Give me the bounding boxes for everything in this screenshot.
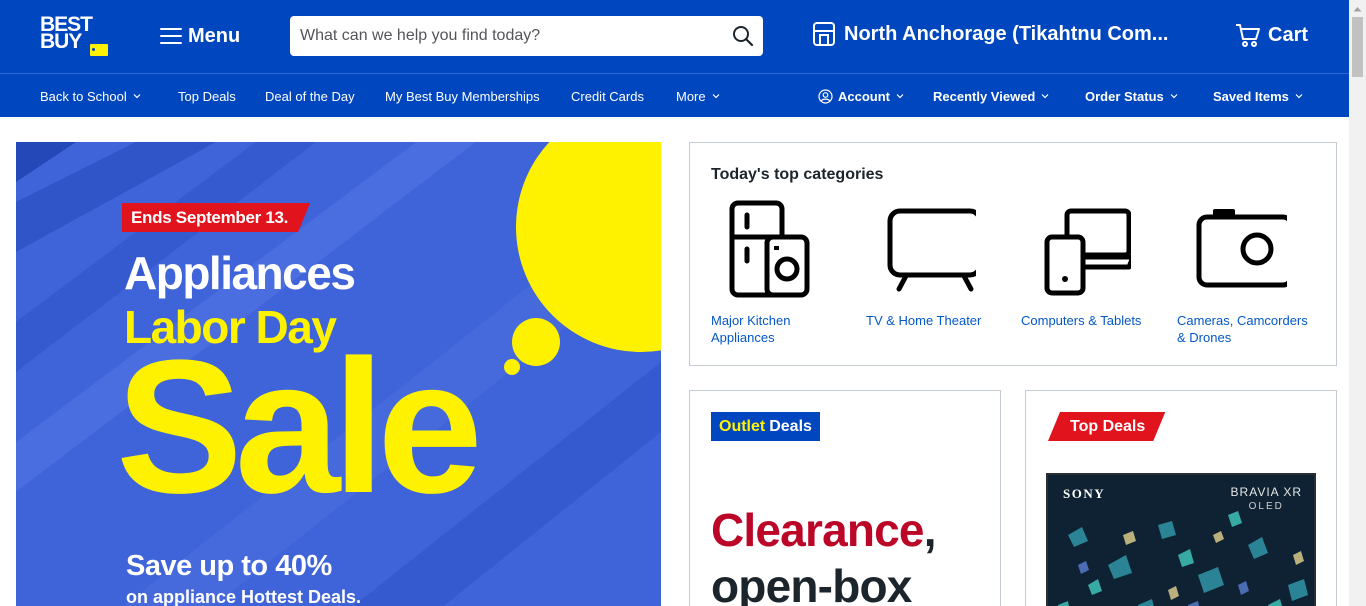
user-circle-icon — [818, 88, 833, 104]
nav-label: Recently Viewed — [933, 88, 1036, 104]
computer-tablet-icon — [1044, 208, 1131, 296]
outlet-deals-tag: Outlet Deals — [711, 412, 820, 441]
nav-memberships[interactable]: My Best Buy Memberships — [385, 74, 540, 118]
nav-label: Account — [838, 88, 890, 104]
page: BEST BUY Menu North Anchorage (Tikahtnu … — [0, 0, 1366, 606]
chevron-down-icon — [1041, 94, 1049, 99]
clearance-comma: , — [923, 504, 937, 556]
store-icon — [813, 22, 835, 46]
nav-order-status[interactable]: Order Status — [1085, 74, 1178, 118]
nav-label: More — [676, 88, 706, 104]
hero-subtext: on appliance Hottest Deals. — [126, 587, 362, 606]
category-computers-tablets[interactable]: Computers & Tablets — [1021, 199, 1161, 328]
tv-icon — [887, 208, 976, 292]
category-tv-home-theater[interactable]: TV & Home Theater — [866, 199, 1006, 328]
camera-icon — [1196, 209, 1287, 288]
category-label: Computers & Tablets — [1021, 313, 1142, 328]
clearance-word: Clearance — [711, 504, 925, 556]
nav-saved-items[interactable]: Saved Items — [1213, 74, 1303, 118]
cart-button[interactable]: Cart — [1234, 22, 1308, 48]
top-categories-title: Today's top categories — [711, 166, 884, 183]
hamburger-icon — [160, 28, 182, 44]
nav-recently-viewed[interactable]: Recently Viewed — [933, 74, 1049, 118]
top-deals-tag: Top Deals — [1048, 412, 1165, 441]
cart-icon — [1236, 24, 1260, 47]
search-icon[interactable] — [723, 16, 763, 56]
open-box-headline: open-box — [711, 560, 912, 606]
hero-sale-text: Sale — [116, 321, 483, 533]
cart-label: Cart — [1268, 23, 1309, 46]
tv-model-name: BRAVIA XR — [1230, 485, 1302, 499]
top-deals-card[interactable]: Top Deals SONY BRAVIA XR OLED — [1025, 390, 1337, 606]
chevron-down-icon — [133, 94, 141, 99]
category-major-kitchen-appliances[interactable]: Major Kitchen Appliances — [711, 199, 851, 345]
nav-top-deals[interactable]: Top Deals — [178, 74, 236, 118]
nav-label: Back to School — [40, 88, 127, 104]
category-cameras-camcorders-drones[interactable]: Cameras, Camcorders & Drones — [1177, 199, 1317, 345]
chevron-down-icon — [712, 94, 720, 99]
nav-credit-cards[interactable]: Credit Cards — [571, 74, 644, 118]
tv-brand: SONY — [1063, 486, 1106, 501]
clearance-headline: Clearance, — [711, 503, 937, 557]
nav-more[interactable]: More — [676, 74, 720, 118]
sony-tv-image[interactable]: SONY BRAVIA XR OLED — [1046, 473, 1316, 606]
ends-date-tag: Ends September 13. — [122, 203, 310, 232]
nav-back-to-school[interactable]: Back to School — [40, 74, 141, 118]
nav-label: Top Deals — [178, 88, 236, 104]
hero-banner[interactable]: Ends September 13. Appliances Labor Day … — [16, 142, 661, 606]
nav-deal-of-the-day[interactable]: Deal of the Day — [265, 74, 355, 118]
hero-save-text: Save up to 40% — [126, 550, 332, 582]
best-buy-logo[interactable]: BEST BUY — [40, 14, 110, 58]
search-input[interactable] — [290, 16, 723, 56]
nav-label: Order Status — [1085, 88, 1164, 104]
top-categories-card: Today's top categories Major Kitchen App… — [689, 142, 1337, 366]
nav-label: Credit Cards — [571, 88, 644, 104]
menu-label: Menu — [188, 24, 241, 47]
outlet-tag-highlight: Outlet — [719, 417, 766, 435]
nav-label: My Best Buy Memberships — [385, 88, 540, 104]
hero-title-line1: Appliances — [124, 247, 356, 299]
store-selector[interactable]: North Anchorage (Tikahtnu Com... — [812, 21, 1168, 47]
scroll-thumb[interactable] — [1352, 17, 1363, 77]
store-label: North Anchorage (Tikahtnu Com... — [844, 22, 1169, 45]
secondary-nav: Back to School Top Deals Deal of the Day… — [0, 73, 1349, 117]
logo-tag-icon — [90, 44, 108, 56]
chevron-down-icon — [896, 94, 904, 99]
category-label: Major Kitchen Appliances — [711, 313, 791, 345]
tv-model-sub: OLED — [1248, 501, 1284, 512]
nav-label: Saved Items — [1213, 88, 1289, 104]
chevron-down-icon — [1170, 94, 1178, 99]
top-header: BEST BUY Menu North Anchorage (Tikahtnu … — [0, 0, 1349, 73]
page-scrollbar[interactable] — [1349, 0, 1366, 606]
menu-button[interactable]: Menu — [160, 22, 240, 50]
search-bar — [290, 16, 763, 56]
appliances-icon — [729, 200, 810, 298]
outlet-tag-rest: Deals — [769, 417, 812, 435]
chevron-down-icon — [1295, 94, 1303, 99]
category-label: Cameras, Camcorders & Drones — [1177, 313, 1308, 345]
category-label: TV & Home Theater — [866, 313, 982, 328]
nav-label: Deal of the Day — [265, 88, 355, 104]
nav-account[interactable]: Account — [818, 74, 904, 118]
tv-model: BRAVIA XR OLED — [1231, 485, 1302, 512]
scroll-up-arrow-icon[interactable] — [1349, 0, 1366, 17]
outlet-deals-card[interactable]: Outlet Deals Clearance, open-box — [689, 390, 1001, 606]
